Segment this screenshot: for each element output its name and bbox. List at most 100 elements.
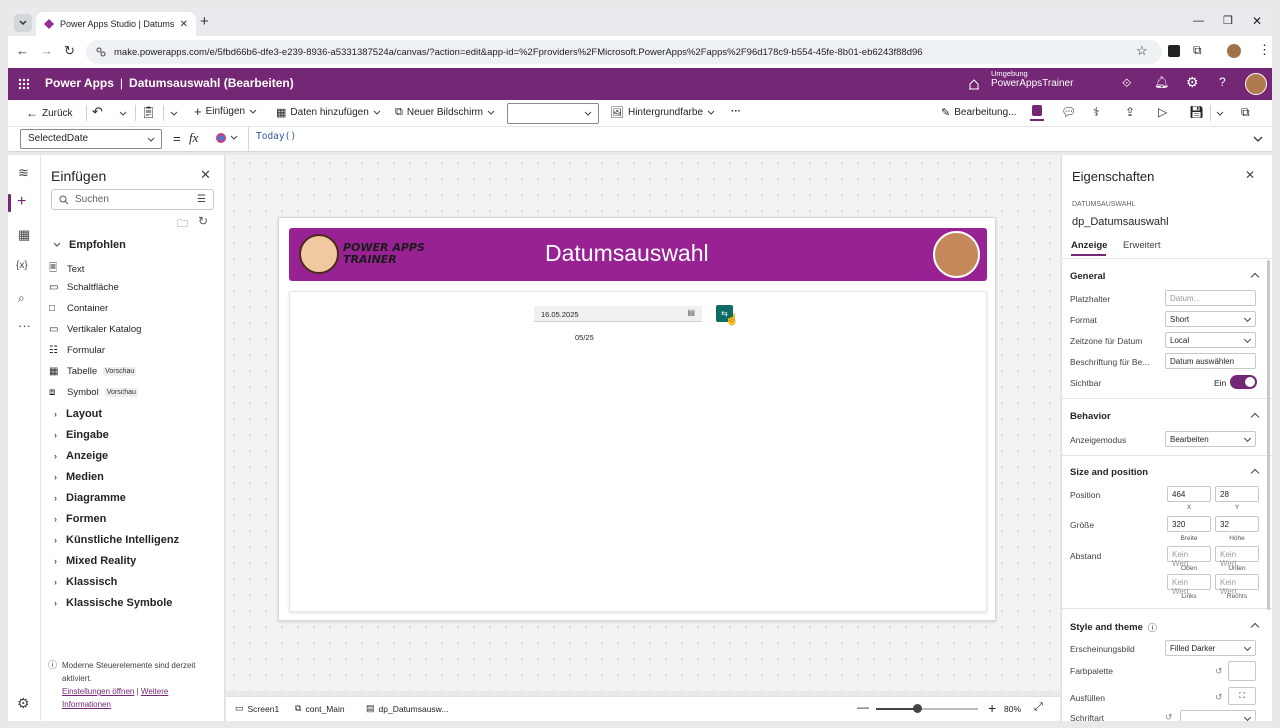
- settings-rail-icon[interactable]: ⚙: [17, 695, 30, 712]
- more-options-button[interactable]: ···: [731, 106, 741, 117]
- site-info-icon[interactable]: [96, 47, 106, 57]
- maximize-icon[interactable]: ❐: [1223, 14, 1233, 27]
- publish-icon[interactable]: ⧉: [1241, 105, 1250, 120]
- minimize-icon[interactable]: —: [1193, 15, 1204, 27]
- padding-left-input[interactable]: Kein Wert.: [1167, 574, 1211, 596]
- placeholder-field[interactable]: Datum...: [1165, 290, 1256, 306]
- chevron-up-icon[interactable]: [1250, 468, 1260, 478]
- category-charts[interactable]: › Diagramme: [54, 492, 126, 504]
- padding-top-input[interactable]: Kein Wert.: [1167, 546, 1211, 568]
- insert-button[interactable]: + Einfügen: [194, 105, 257, 118]
- zoom-slider-thumb[interactable]: [913, 704, 922, 713]
- forward-arrow-icon[interactable]: →: [40, 43, 53, 58]
- insert-item-form[interactable]: ☷ Formular: [49, 345, 105, 356]
- section-general[interactable]: General: [1070, 271, 1105, 282]
- copilot-formula-button[interactable]: [215, 132, 238, 144]
- category-classic[interactable]: › Klassisch: [54, 576, 117, 588]
- fill-swatch[interactable]: ⛶: [1228, 687, 1256, 705]
- puzzle-icon[interactable]: ⧉: [1193, 43, 1202, 58]
- crumb-datepicker[interactable]: ▤ dp_Datumsausw...: [366, 703, 448, 714]
- screen1[interactable]: POWER APPS TRAINER Datumsauswahl 16.05.2…: [278, 217, 996, 621]
- search-rail-icon[interactable]: ⌕: [18, 291, 25, 306]
- category-recommended[interactable]: Empfohlen: [54, 239, 126, 251]
- header-banner[interactable]: POWER APPS TRAINER Datumsauswahl: [289, 228, 987, 281]
- settings-link[interactable]: Einstellungen öffnen: [62, 687, 134, 696]
- font-dropdown[interactable]: [1180, 710, 1256, 721]
- background-color-button[interactable]: 🖼︎ Hintergrundfarbe: [610, 106, 715, 119]
- back-arrow-icon[interactable]: ←: [16, 43, 29, 58]
- chevron-up-icon[interactable]: [1250, 272, 1260, 282]
- theme-dropdown[interactable]: [507, 103, 599, 124]
- chevron-down-icon[interactable]: [170, 111, 178, 117]
- close-panel-icon[interactable]: ✕: [200, 167, 211, 183]
- close-tab-icon[interactable]: ✕: [180, 19, 188, 30]
- fit-to-window-icon[interactable]: ⤢: [1034, 701, 1043, 714]
- insert-item-container[interactable]: □ Container: [49, 303, 108, 314]
- paste-icon[interactable]: 📋︎: [141, 105, 156, 119]
- crumb-cont-main[interactable]: ⧉ cont_Main: [295, 703, 345, 714]
- tab-list-button[interactable]: [14, 14, 32, 32]
- app-launcher-icon[interactable]: [18, 78, 30, 90]
- category-media[interactable]: › Medien: [54, 471, 104, 483]
- height-input[interactable]: 32: [1215, 516, 1259, 532]
- insert-item-table[interactable]: ▦ Tabelle Vorschau: [49, 366, 137, 377]
- padding-right-input[interactable]: Kein Wert.: [1215, 574, 1259, 596]
- cont-main[interactable]: 16.05.2025 ▤ ⇆ ☝ 05/25: [289, 291, 987, 612]
- close-properties-icon[interactable]: ✕: [1245, 168, 1255, 182]
- comments-icon[interactable]: 💬︎: [1061, 105, 1076, 119]
- chevron-up-icon[interactable]: [1250, 622, 1260, 632]
- search-input[interactable]: Suchen ☰: [51, 189, 214, 210]
- insert-item-symbol[interactable]: ⧈ Symbol Vorschau: [49, 387, 138, 398]
- timezone-dropdown[interactable]: Local: [1165, 332, 1256, 348]
- insert-item-gallery[interactable]: ▭ Vertikaler Katalog: [49, 324, 141, 335]
- format-dropdown[interactable]: Short: [1165, 311, 1256, 327]
- add-data-button[interactable]: ▦ Daten hinzufügen: [276, 106, 381, 119]
- formula-input[interactable]: Today(): [248, 127, 1253, 151]
- close-window-icon[interactable]: ✕: [1252, 14, 1262, 28]
- display-mode-dropdown[interactable]: Bearbeiten: [1165, 431, 1256, 447]
- palette-swatch[interactable]: [1228, 661, 1256, 681]
- date-picker[interactable]: 16.05.2025 ▤: [534, 306, 702, 322]
- reload-icon[interactable]: ↻: [64, 43, 75, 59]
- editing-mode-button[interactable]: ✎ Bearbeitung...: [941, 106, 1016, 119]
- copilot-icon[interactable]: ⟐: [1122, 76, 1131, 91]
- calendar-icon[interactable]: ▤: [687, 308, 695, 317]
- user-avatar[interactable]: [1245, 73, 1267, 95]
- zoom-out-icon[interactable]: —: [857, 700, 869, 714]
- environment-picker[interactable]: Umgebung PowerAppsTrainer: [991, 69, 1073, 89]
- undo-icon[interactable]: ↶: [92, 104, 103, 120]
- section-behavior[interactable]: Behavior: [1070, 411, 1111, 422]
- browser-tab-active[interactable]: Power Apps Studio | Datumsa... ✕: [36, 12, 196, 36]
- properties-scrollbar[interactable]: [1267, 260, 1270, 610]
- position-x-input[interactable]: 464: [1167, 486, 1211, 502]
- back-button[interactable]: ← Zurück: [26, 106, 73, 120]
- category-classic-icons[interactable]: › Klassische Symbole: [54, 597, 172, 609]
- chevron-down-icon[interactable]: [1216, 111, 1224, 117]
- section-style-theme-header[interactable]: Style and theme ⓘ: [1070, 621, 1157, 634]
- save-icon[interactable]: 💾︎: [1189, 105, 1204, 119]
- chevron-up-icon[interactable]: [1250, 412, 1260, 422]
- appearance-dropdown[interactable]: Filled Darker: [1165, 640, 1256, 656]
- help-icon[interactable]: ?: [1219, 75, 1226, 89]
- zoom-in-icon[interactable]: +: [988, 700, 996, 716]
- padding-bottom-input[interactable]: Kein Wert.: [1215, 546, 1259, 568]
- new-screen-button[interactable]: ⧉ Neuer Bildschirm: [395, 106, 495, 119]
- reset-fill-icon[interactable]: ↺: [1215, 692, 1223, 703]
- tab-display[interactable]: Anzeige: [1071, 240, 1107, 251]
- insert-rail-icon[interactable]: +: [17, 193, 26, 211]
- category-display[interactable]: › Anzeige: [54, 450, 108, 462]
- import-components-icon[interactable]: 🗀︎: [177, 215, 188, 234]
- new-tab-button[interactable]: +: [200, 13, 209, 30]
- extension-icon[interactable]: [1168, 45, 1180, 57]
- notifications-icon[interactable]: 🔔︎: [1154, 75, 1169, 89]
- section-size-position[interactable]: Size and position: [1070, 467, 1148, 478]
- width-input[interactable]: 320: [1167, 516, 1211, 532]
- category-mixed-reality[interactable]: › Mixed Reality: [54, 555, 136, 567]
- variables-icon[interactable]: {x}: [16, 260, 28, 271]
- app-checker-button[interactable]: [1030, 104, 1044, 121]
- settings-icon[interactable]: ⚙: [1186, 74, 1199, 91]
- refresh-icon[interactable]: ↻: [198, 214, 208, 228]
- position-y-input[interactable]: 28: [1215, 486, 1259, 502]
- product-name[interactable]: Power Apps: [45, 76, 114, 90]
- tab-advanced[interactable]: Erweitert: [1123, 240, 1160, 251]
